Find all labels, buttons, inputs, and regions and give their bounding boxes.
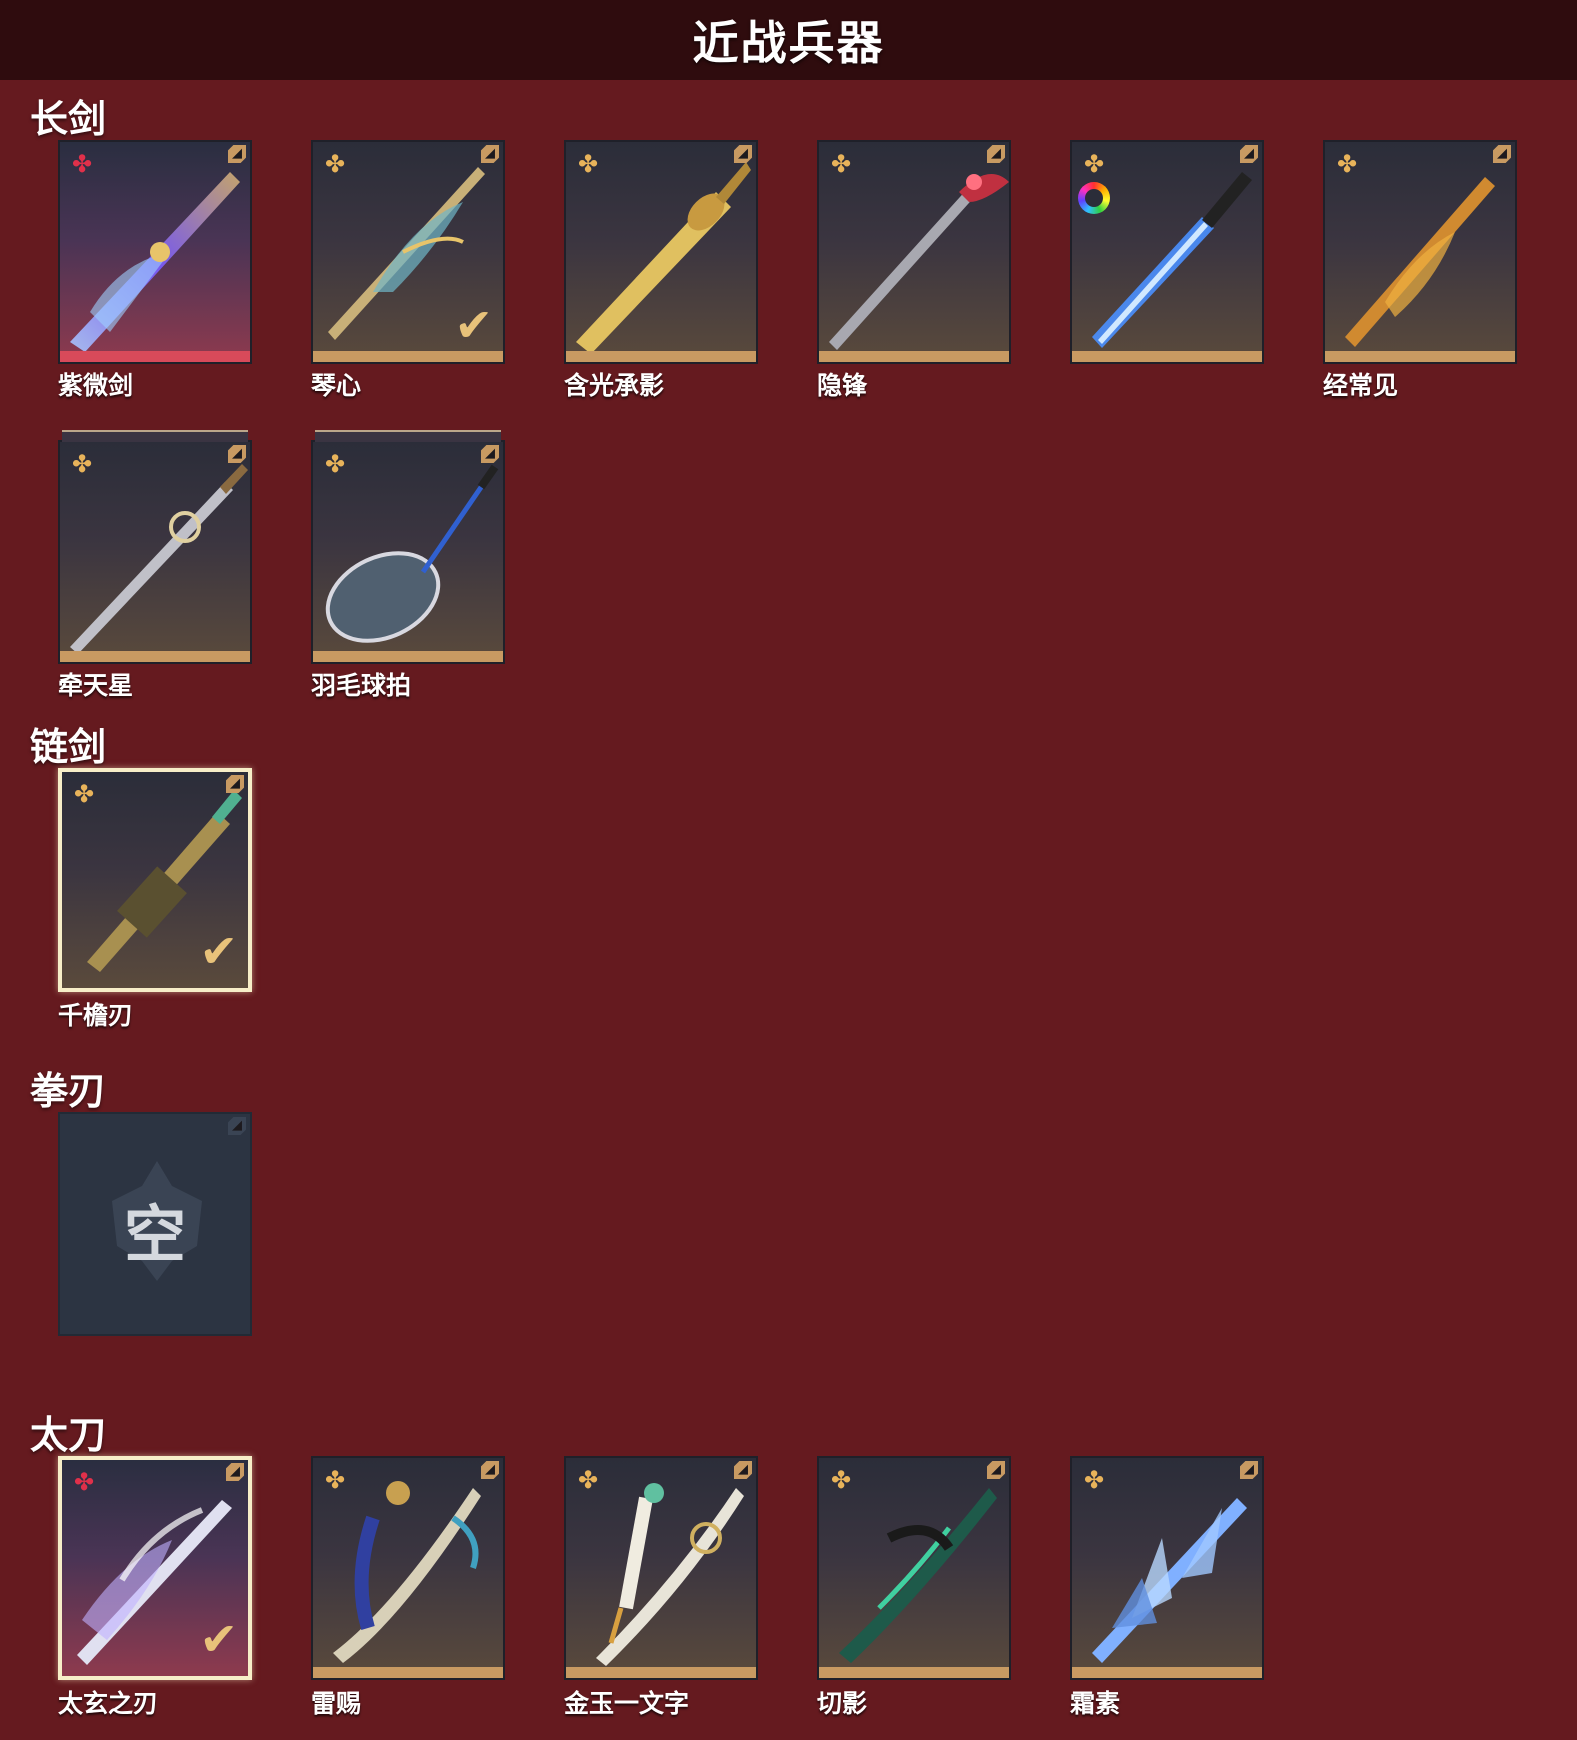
weapon-name: 霜素 [1070, 1689, 1121, 1718]
weapon-name: 含光承影 [564, 371, 665, 400]
color-wheel-icon [1078, 182, 1110, 214]
weapon-card-qianyanren[interactable]: ✤ ◢ ✔ [58, 768, 252, 992]
rarity-strip [60, 351, 250, 362]
equipped-check-icon: ✔ [199, 924, 238, 978]
weapon-name: 隐锋 [817, 371, 868, 400]
gold-star-icon: ✤ [830, 1466, 852, 1494]
gold-star-icon: ✤ [830, 150, 852, 178]
weapon-card-ziwei[interactable]: ✤ ◢ [58, 140, 252, 364]
rarity-strip [819, 1667, 1009, 1678]
gold-star-icon: ✤ [71, 450, 93, 478]
weapon-card-shuangsu[interactable]: ✤ ◢ [1070, 1456, 1264, 1680]
corner-leaf-icon: ◢ [228, 445, 246, 463]
gold-star-icon: ✤ [1336, 150, 1358, 178]
weapon-name: 羽毛球拍 [311, 671, 412, 700]
rarity-strip [1072, 1667, 1262, 1678]
gold-star-icon: ✤ [324, 1466, 346, 1494]
equipped-check-icon: ✔ [454, 298, 493, 352]
gold-star-icon: ✤ [73, 780, 95, 808]
weapon-name: 太玄之刃 [58, 1689, 159, 1718]
gold-star-icon: ✤ [324, 150, 346, 178]
weapon-name: 千檐刃 [58, 1001, 134, 1030]
gold-star-icon: ✤ [577, 150, 599, 178]
rarity-strip [819, 351, 1009, 362]
weapon-name: 琴心 [311, 371, 362, 400]
section-label-longsword: 长剑 [30, 97, 107, 141]
weapon-card-jinyu[interactable]: ✤ ◢ [564, 1456, 758, 1680]
corner-leaf-icon: ◢ [987, 145, 1005, 163]
weapon-card-badminton[interactable]: ✤ ◢ [311, 430, 505, 664]
gold-star-icon: ✤ [324, 450, 346, 478]
rarity-strip [566, 351, 756, 362]
rarity-strip [1325, 351, 1515, 362]
corner-leaf-icon: ◢ [481, 445, 499, 463]
header-bar: 近战兵器 [0, 0, 1577, 80]
weapon-card-hanguang[interactable]: ✤ ◢ [564, 140, 758, 364]
equipped-check-icon: ✔ [199, 1612, 238, 1666]
gold-star-icon: ✤ [1083, 150, 1105, 178]
weapon-card-qiantianxing[interactable]: ✤ ◢ [58, 430, 252, 664]
page-title: 近战兵器 [692, 16, 885, 70]
weapon-card-empty[interactable]: 空 ◢ [58, 1112, 252, 1336]
rarity-strip [313, 651, 503, 662]
weapon-card-yinfeng[interactable]: ✤ ◢ [817, 140, 1011, 364]
weapon-name: 金玉一文字 [564, 1689, 690, 1718]
corner-leaf-icon: ◢ [226, 775, 244, 793]
weapon-card-leici[interactable]: ✤ ◢ [311, 1456, 505, 1680]
rarity-strip [313, 351, 503, 362]
rarity-strip [1072, 351, 1262, 362]
section-label-fistblade: 拳刃 [30, 1069, 107, 1113]
gold-star-icon: ✤ [577, 1466, 599, 1494]
weapon-name: 牵天星 [58, 671, 134, 700]
section-label-chainsword: 链剑 [30, 725, 107, 769]
corner-leaf-icon: ◢ [228, 1117, 246, 1135]
weapon-name: 紫微剑 [58, 371, 134, 400]
weapon-card-jingchangjian[interactable]: ✤ ◢ [1323, 140, 1517, 364]
weapon-name: 切影 [817, 1689, 868, 1718]
rarity-strip [313, 1667, 503, 1678]
corner-leaf-icon: ◢ [481, 145, 499, 163]
weapon-card-qinxin[interactable]: ✤ ◢ ✔ [311, 140, 505, 364]
red-star-icon: ✤ [73, 1468, 95, 1496]
gold-star-icon: ✤ [1083, 1466, 1105, 1494]
rarity-strip [60, 651, 250, 662]
weapon-card-lightsaber[interactable]: ✤ ◢ [1070, 140, 1264, 364]
red-star-icon: ✤ [71, 150, 93, 178]
section-label-tachi: 太刀 [30, 1413, 107, 1457]
weapon-card-taixuan[interactable]: ✤ ◢ ✔ [58, 1456, 252, 1680]
weapon-card-qieying[interactable]: ✤ ◢ [817, 1456, 1011, 1680]
weapon-name: 雷赐 [311, 1689, 362, 1718]
empty-slot-text: 空 [123, 1198, 186, 1271]
weapon-name: 经常见 [1323, 371, 1399, 400]
rarity-strip [566, 1667, 756, 1678]
corner-leaf-icon: ◢ [734, 145, 752, 163]
